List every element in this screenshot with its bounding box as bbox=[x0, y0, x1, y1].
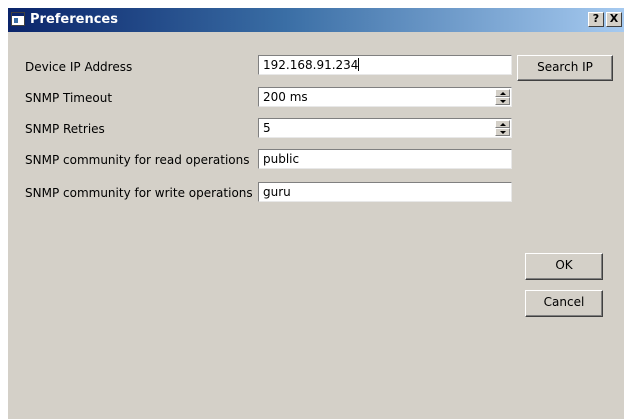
search-ip-button[interactable]: Search IP bbox=[517, 55, 613, 81]
cancel-button[interactable]: Cancel bbox=[525, 290, 603, 317]
snmp-retries-value: 5 bbox=[263, 121, 271, 135]
text-caret bbox=[358, 58, 360, 71]
device-ip-value: 192.168.91.234 bbox=[263, 58, 359, 72]
snmp-timeout-spinner bbox=[495, 89, 510, 105]
read-community-value: public bbox=[263, 152, 300, 166]
snmp-timeout-value: 200 ms bbox=[263, 90, 308, 104]
snmp-retries-label: SNMP Retries bbox=[25, 122, 105, 136]
device-ip-input[interactable]: 192.168.91.234 bbox=[258, 55, 512, 75]
help-button[interactable]: ? bbox=[588, 12, 604, 27]
spin-up-arrow-icon[interactable] bbox=[495, 120, 510, 128]
read-community-label: SNMP community for read operations bbox=[25, 153, 250, 167]
snmp-retries-spinner bbox=[495, 120, 510, 136]
snmp-retries-spinbox[interactable]: 5 bbox=[258, 118, 512, 138]
title-bar[interactable]: Preferences ? X bbox=[8, 8, 624, 32]
spin-down-arrow-icon[interactable] bbox=[495, 97, 510, 105]
spin-down-arrow-icon[interactable] bbox=[495, 128, 510, 136]
window-title: Preferences bbox=[30, 12, 118, 27]
spin-up-arrow-icon[interactable] bbox=[495, 89, 510, 97]
preferences-dialog: Preferences ? X Device IP Address 192.16… bbox=[8, 8, 624, 419]
app-window-icon bbox=[11, 12, 25, 26]
read-community-input[interactable]: public bbox=[258, 149, 512, 169]
snmp-timeout-spinbox[interactable]: 200 ms bbox=[258, 87, 512, 107]
snmp-timeout-label: SNMP Timeout bbox=[25, 91, 113, 105]
write-community-input[interactable]: guru bbox=[258, 182, 512, 202]
write-community-value: guru bbox=[263, 185, 291, 199]
write-community-label: SNMP community for write operations bbox=[25, 186, 253, 200]
device-ip-label: Device IP Address bbox=[25, 60, 133, 74]
close-button[interactable]: X bbox=[606, 12, 622, 27]
ok-button[interactable]: OK bbox=[525, 253, 603, 280]
